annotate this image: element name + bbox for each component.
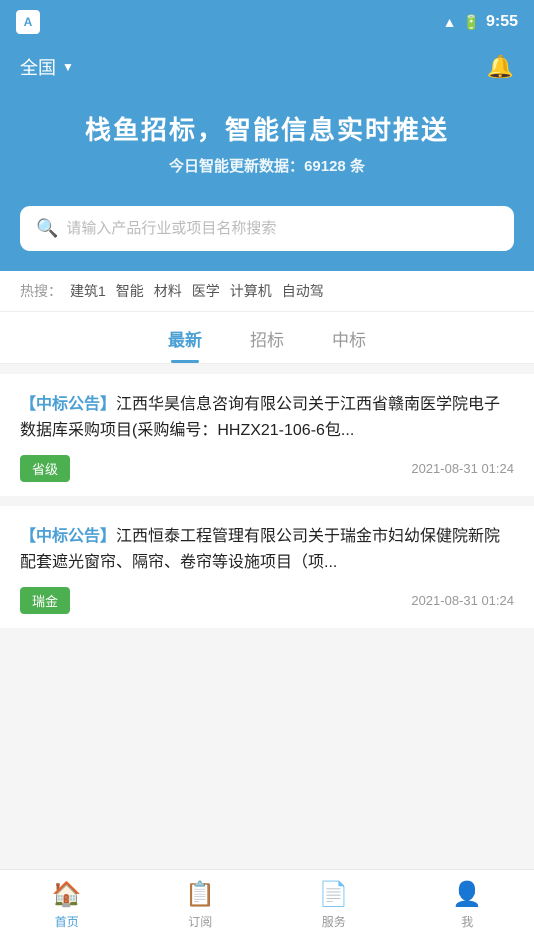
hot-tag-4[interactable]: 医学 [192,281,220,301]
chevron-down-icon: ▼ [62,60,74,74]
hot-search-label: 热搜： [20,281,62,301]
signal-icon: ▲ [443,14,457,30]
app-icon: A [16,10,40,34]
news-tag-1: 【中标公告】 [20,396,116,413]
nav-label-service: 服务 [322,913,346,930]
nav-item-service[interactable]: 📄 服务 [267,880,401,930]
news-card-2[interactable]: 【中标公告】江西恒泰工程管理有限公司关于瑞金市妇幼保健院新院配套遮光窗帘、隔帘、… [0,506,534,628]
news-tag-2: 【中标公告】 [20,528,116,545]
hero-count: 69128 [304,158,346,175]
service-icon: 📄 [319,880,349,909]
search-wrapper: 🔍 [0,206,534,271]
region-selector[interactable]: 全国 ▼ [20,54,74,80]
news-card-1[interactable]: 【中标公告】江西华昊信息咨询有限公司关于江西省赣南医学院电子数据库采购项目(采购… [0,374,534,496]
subscribe-icon: 📋 [185,880,215,909]
hero-subtitle-suffix: 条 [346,158,365,175]
profile-icon: 👤 [452,880,482,909]
home-icon: 🏠 [52,880,82,909]
tab-latest[interactable]: 最新 [168,326,202,363]
nav-label-subscribe: 订阅 [188,913,212,930]
news-title-1: 【中标公告】江西华昊信息咨询有限公司关于江西省赣南医学院电子数据库采购项目(采购… [20,392,514,443]
news-list: 【中标公告】江西华昊信息咨询有限公司关于江西省赣南医学院电子数据库采购项目(采购… [0,364,534,648]
status-time: 9:55 [486,13,518,31]
search-box[interactable]: 🔍 [20,206,514,251]
tab-winning[interactable]: 中标 [332,326,366,363]
status-bar-right: ▲ 🔋 9:55 [443,13,518,31]
status-bar-left: A [16,10,40,34]
bottom-nav: 🏠 首页 📋 订阅 📄 服务 👤 我 [0,869,534,950]
hero-title: 栈鱼招标，智能信息实时推送 [20,110,514,147]
tabs-bar: 最新 招标 中标 [0,312,534,364]
header: 全国 ▼ 🔔 [0,44,534,100]
battery-icon: 🔋 [463,14,480,31]
hero-subtitle: 今日智能更新数据：69128 条 [20,155,514,176]
hot-search-tags: 建筑1 智能 材料 医学 计算机 自动驾 [70,281,324,301]
page-content: 【中标公告】江西华昊信息咨询有限公司关于江西省赣南医学院电子数据库采购项目(采购… [0,364,534,728]
hot-tag-2[interactable]: 智能 [116,281,144,301]
hero-section: 栈鱼招标，智能信息实时推送 今日智能更新数据：69128 条 [0,100,534,206]
news-badge-1: 省级 [20,455,70,482]
nav-item-home[interactable]: 🏠 首页 [0,880,134,930]
nav-label-home: 首页 [55,913,79,930]
news-footer-2: 瑞金 2021-08-31 01:24 [20,587,514,614]
news-time-2: 2021-08-31 01:24 [411,593,514,608]
search-input[interactable] [66,220,498,237]
hot-tag-3[interactable]: 材料 [154,281,182,301]
nav-item-profile[interactable]: 👤 我 [401,880,534,930]
hot-tag-5[interactable]: 计算机 [230,281,272,301]
hero-subtitle-prefix: 今日智能更新数据： [169,158,304,175]
news-time-1: 2021-08-31 01:24 [411,461,514,476]
news-footer-1: 省级 2021-08-31 01:24 [20,455,514,482]
search-icon: 🔍 [36,218,58,239]
region-label: 全国 [20,54,56,80]
tab-bidding[interactable]: 招标 [250,326,284,363]
bell-icon[interactable]: 🔔 [487,54,514,80]
nav-label-profile: 我 [461,913,473,930]
hot-tag-1[interactable]: 建筑1 [70,281,106,301]
hot-search-bar: 热搜： 建筑1 智能 材料 医学 计算机 自动驾 [0,271,534,312]
nav-item-subscribe[interactable]: 📋 订阅 [134,880,268,930]
news-badge-2: 瑞金 [20,587,70,614]
news-title-2: 【中标公告】江西恒泰工程管理有限公司关于瑞金市妇幼保健院新院配套遮光窗帘、隔帘、… [20,524,514,575]
hot-tag-6[interactable]: 自动驾 [282,281,324,301]
status-bar: A ▲ 🔋 9:55 [0,0,534,44]
